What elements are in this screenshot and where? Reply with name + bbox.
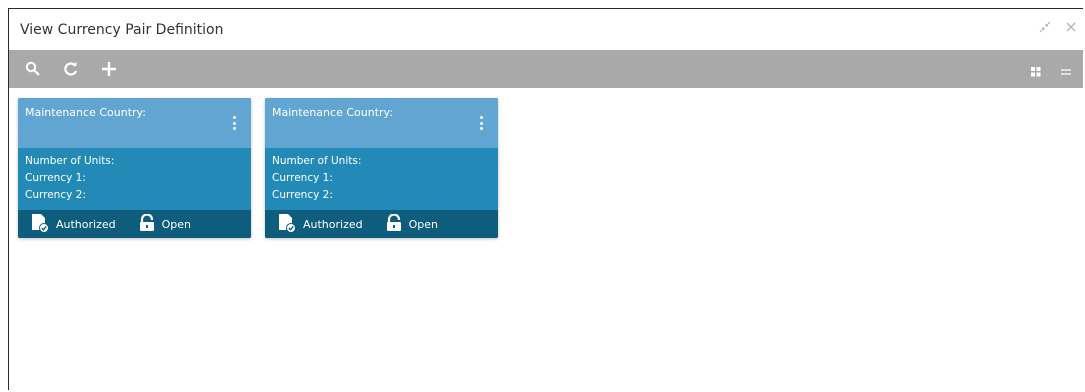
open-status: Open bbox=[138, 212, 192, 235]
authorized-status: Authorized bbox=[277, 213, 363, 236]
currency-1-label: Currency 1: bbox=[272, 172, 333, 184]
number-of-units-label: Number of Units: bbox=[25, 155, 115, 167]
card-body: Number of Units: Currency 1: Currency 2: bbox=[18, 148, 251, 205]
card-body: Number of Units: Currency 1: Currency 2: bbox=[265, 148, 498, 205]
unlock-icon bbox=[138, 212, 162, 235]
card-footer: Authorized Open bbox=[265, 210, 498, 238]
authorized-icon bbox=[277, 213, 303, 236]
currency-1-label: Currency 1: bbox=[25, 172, 86, 184]
currency-pair-window: View Currency Pair Definition Maintenanc… bbox=[8, 8, 1083, 390]
minimize-icon[interactable] bbox=[1039, 21, 1051, 36]
authorized-icon bbox=[30, 213, 56, 236]
card-header: Maintenance Country: bbox=[265, 98, 498, 148]
open-label: Open bbox=[408, 217, 439, 231]
more-options-icon[interactable] bbox=[480, 116, 484, 130]
authorized-label: Authorized bbox=[56, 217, 116, 231]
number-of-units-label: Number of Units: bbox=[272, 155, 362, 167]
unlock-icon bbox=[385, 212, 409, 235]
currency-pair-card[interactable]: Maintenance Country: Number of Units: Cu… bbox=[18, 98, 251, 238]
open-label: Open bbox=[161, 217, 192, 231]
currency-2-label: Currency 2: bbox=[272, 189, 333, 201]
title-bar: View Currency Pair Definition bbox=[9, 9, 1083, 50]
currency-pair-card[interactable]: Maintenance Country: Number of Units: Cu… bbox=[265, 98, 498, 238]
window-controls bbox=[1039, 21, 1077, 36]
maintenance-country-label: Maintenance Country: bbox=[25, 106, 146, 119]
card-list: Maintenance Country: Number of Units: Cu… bbox=[18, 98, 498, 238]
more-options-icon[interactable] bbox=[233, 116, 237, 130]
open-status: Open bbox=[385, 212, 439, 235]
close-icon[interactable] bbox=[1065, 21, 1077, 36]
add-icon[interactable] bbox=[100, 60, 118, 78]
toolbar bbox=[9, 50, 1083, 88]
list-view-icon[interactable] bbox=[1061, 62, 1071, 81]
maintenance-country-label: Maintenance Country: bbox=[272, 106, 393, 119]
grid-view-icon[interactable] bbox=[1031, 62, 1041, 81]
currency-2-label: Currency 2: bbox=[25, 189, 86, 201]
search-icon[interactable] bbox=[24, 60, 42, 78]
authorized-status: Authorized bbox=[30, 213, 116, 236]
card-footer: Authorized Open bbox=[18, 210, 251, 238]
authorized-label: Authorized bbox=[303, 217, 363, 231]
card-header: Maintenance Country: bbox=[18, 98, 251, 148]
refresh-icon[interactable] bbox=[62, 60, 80, 78]
page-title: View Currency Pair Definition bbox=[20, 21, 224, 38]
